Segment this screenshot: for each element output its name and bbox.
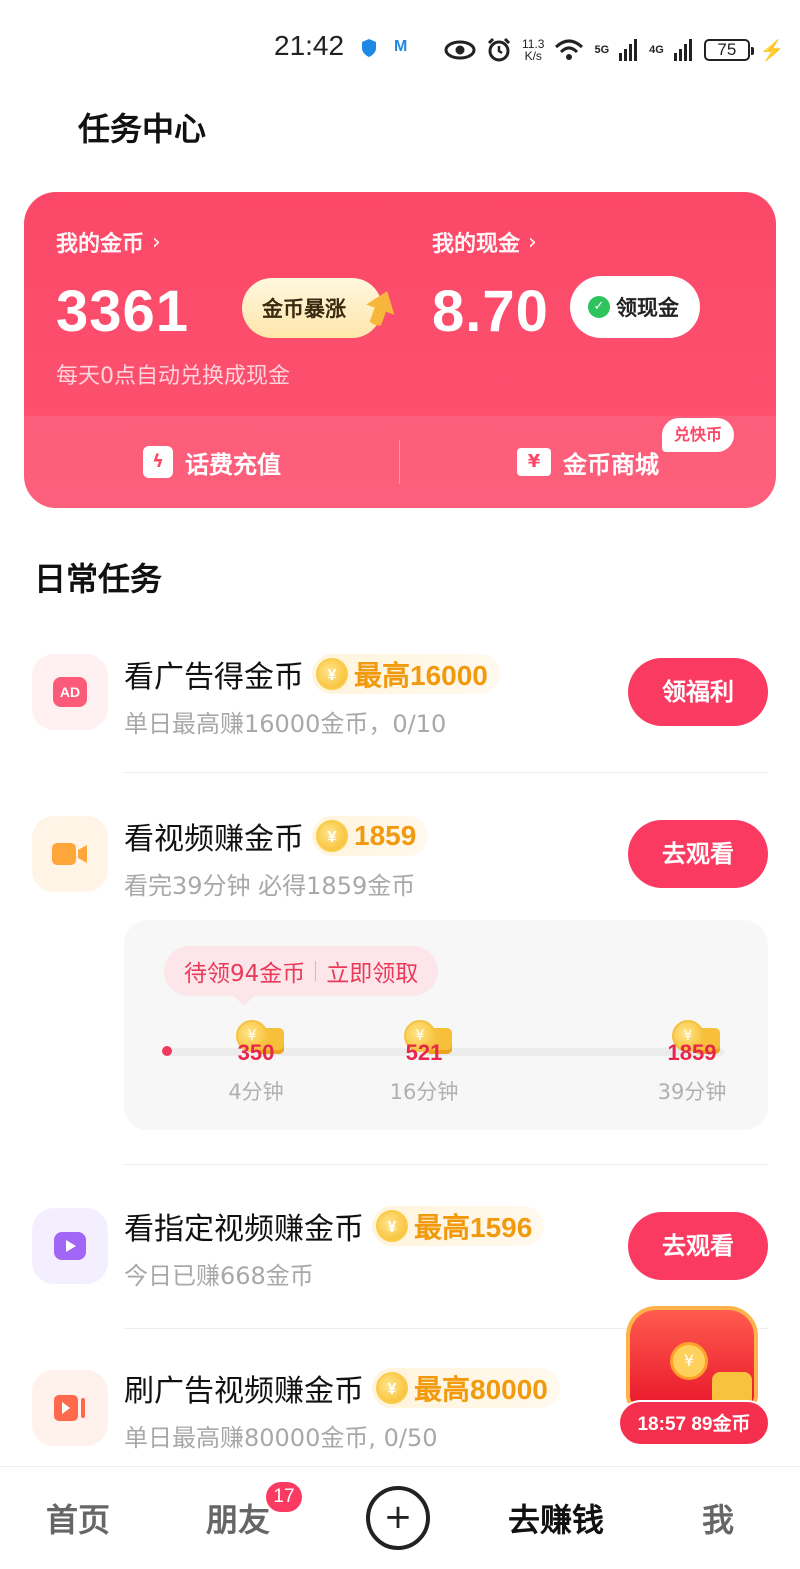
coin-icon: ¥ — [376, 1372, 408, 1404]
progress-indicator — [162, 1046, 172, 1056]
wallet-card: 我的金币 › 3361 金币暴涨 我的现金 › 8.70 ✓ 领现金 每天0点自动兑换… — [24, 192, 776, 508]
coins-section[interactable]: 我的金币 › 3361 金币暴涨 — [56, 226, 161, 344]
plus-icon[interactable]: + — [366, 1486, 430, 1550]
task-desc: 看完39分钟 必得1859金币 — [124, 872, 416, 900]
cash-section[interactable]: 我的现金 › 8.70 ✓ 领现金 — [432, 226, 700, 344]
reward-badge: ¥ 最高80000 — [372, 1368, 560, 1408]
coin-boost-button[interactable]: 金币暴涨 — [242, 278, 382, 338]
mall-badge: 兑快币 — [662, 418, 735, 452]
section-title: 日常任务 — [34, 560, 163, 598]
divider — [124, 772, 768, 773]
task-desc: 单日最高赚80000金币, 0/50 — [124, 1424, 438, 1452]
coin-icon: ¥ — [316, 658, 348, 690]
watch-button[interactable]: 去观看 — [628, 820, 768, 888]
coin-icon: ¥ — [316, 820, 348, 852]
nav-earn[interactable]: 去赚钱 — [508, 1495, 604, 1541]
task-title: 看视频赚金币 ¥1859 — [124, 814, 429, 858]
divider — [124, 1164, 768, 1165]
wechat-icon: ✓ — [588, 296, 610, 318]
phone-recharge-button[interactable]: ϟ 话费充值 — [24, 416, 400, 508]
task-desc: 单日最高赚16000金币，0/10 — [124, 710, 447, 738]
chest-countdown: 18:57 89金币 — [618, 1400, 770, 1446]
exchange-note: 每天0点自动兑换成现金 — [56, 364, 290, 389]
video-camera-icon — [32, 816, 108, 892]
my-coins-link[interactable]: 我的金币 › — [56, 226, 161, 258]
signal-4g-icon: 4G — [649, 44, 664, 56]
lightning-icon: ϟ — [143, 446, 173, 478]
status-time: 21:42 — [274, 30, 345, 61]
signal-5g-icon: 5G — [594, 44, 610, 56]
eye-icon — [444, 40, 476, 60]
wifi-icon — [555, 39, 584, 60]
page-title: 任务中心 — [78, 110, 207, 148]
network-speed: 11.3 K/s — [522, 37, 545, 63]
video-progress-panel: 待领94金币 立即领取 ¥ 350 4分钟 ¥ 521 16分钟 ¥ 1859 3… — [124, 920, 768, 1130]
chevron-right-icon: › — [152, 229, 161, 255]
nav-friends[interactable]: 朋友 — [206, 1495, 270, 1541]
my-cash-link[interactable]: 我的现金 › — [432, 226, 537, 258]
arrow-up-icon — [361, 286, 402, 330]
ticket-icon: ¥ — [517, 448, 551, 476]
nav-home[interactable]: 首页 — [46, 1495, 110, 1541]
task-desc: 今日已赚668金币 — [124, 1262, 314, 1290]
reward-badge: ¥ 最高1596 — [372, 1206, 545, 1246]
charging-icon: ⚡ — [759, 39, 785, 62]
cash-value: 8.70 — [432, 279, 549, 344]
task-title: 看指定视频赚金币 ¥ 最高1596 — [124, 1204, 545, 1248]
app-m-icon: M — [394, 38, 408, 55]
battery-icon: 75 — [703, 39, 754, 61]
play-icon — [32, 1208, 108, 1284]
divider — [399, 440, 400, 484]
treasure-chest-widget[interactable]: ¥ 18:57 89金币 — [618, 1306, 774, 1446]
status-icons: 11.3 K/s 5G 4G 75 ⚡ — [444, 32, 785, 68]
signal-bars-icon — [619, 39, 638, 61]
nav-me[interactable]: 我 — [702, 1495, 734, 1541]
reward-badge: ¥1859 — [312, 816, 429, 856]
ad-video-icon — [32, 1370, 108, 1446]
signal-bars-icon — [673, 39, 692, 61]
alarm-icon — [487, 37, 511, 62]
watch-button[interactable]: 去观看 — [628, 1212, 768, 1280]
task-title: 看广告得金币 ¥ 最高16000 — [124, 652, 500, 696]
friends-badge: 17 — [266, 1482, 302, 1512]
coin-icon: ¥ — [376, 1210, 408, 1242]
coins-value: 3361 — [56, 279, 190, 344]
claim-benefit-button[interactable]: 领福利 — [628, 658, 768, 726]
shield-icon — [362, 39, 376, 57]
reward-badge: ¥ 最高16000 — [312, 654, 500, 694]
chevron-right-icon: › — [528, 229, 537, 255]
withdraw-cash-button[interactable]: ✓ 领现金 — [570, 276, 700, 338]
ad-icon: AD — [32, 654, 108, 730]
task-title: 刷广告视频赚金币 ¥ 最高80000 — [124, 1366, 560, 1410]
coin-icon: ¥ — [670, 1342, 708, 1380]
pending-claim-tip[interactable]: 待领94金币 立即领取 — [164, 946, 439, 1006]
status-bar: 21:42 M 11.3 K/s 5G 4G 75 ⚡ — [0, 28, 800, 68]
